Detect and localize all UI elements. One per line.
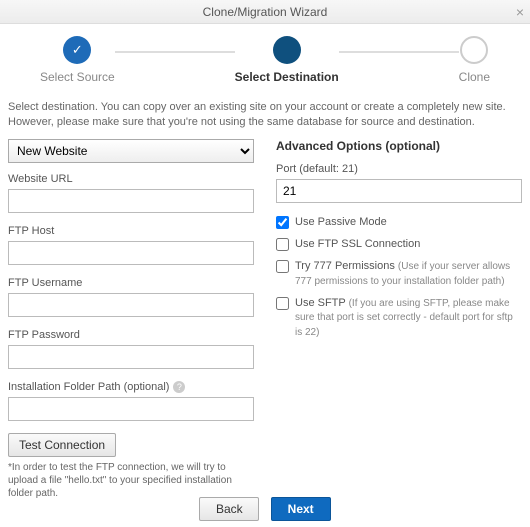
window-title: Clone/Migration Wizard [203, 5, 328, 19]
wizard-steps: ✓ Select Source Select Destination Clone [0, 24, 530, 90]
ftp-username-label: FTP Username [8, 277, 254, 289]
left-column: New Website Website URL FTP Host FTP Use… [8, 139, 254, 500]
step-label: Select Destination [235, 70, 339, 84]
step-label: Clone [459, 70, 490, 84]
sftp-checkbox[interactable] [276, 297, 289, 310]
ftp-host-label: FTP Host [8, 225, 254, 237]
close-icon[interactable]: × [516, 0, 524, 24]
titlebar: Clone/Migration Wizard × [0, 0, 530, 24]
passive-mode-checkbox[interactable] [276, 216, 289, 229]
website-url-input[interactable] [8, 189, 254, 213]
try777-checkbox[interactable] [276, 260, 289, 273]
sftp-row[interactable]: Use SFTP (If you are using SFTP, please … [276, 296, 522, 339]
passive-mode-row[interactable]: Use Passive Mode [276, 215, 522, 229]
right-column: Advanced Options (optional) Port (defaul… [276, 139, 522, 500]
try777-row[interactable]: Try 777 Permissions (Use if your server … [276, 259, 522, 288]
check-icon: ✓ [63, 36, 91, 64]
install-path-label: Installation Folder Path (optional) ? [8, 381, 254, 393]
port-label: Port (default: 21) [276, 163, 522, 175]
try777-label: Try 777 Permissions (Use if your server … [295, 259, 522, 288]
passive-mode-label: Use Passive Mode [295, 215, 387, 229]
port-input[interactable] [276, 179, 522, 203]
step-clone: Clone [459, 36, 490, 84]
ssl-row[interactable]: Use FTP SSL Connection [276, 237, 522, 251]
ftp-username-input[interactable] [8, 293, 254, 317]
intro-text: Select destination. You can copy over an… [0, 90, 530, 139]
advanced-options-heading: Advanced Options (optional) [276, 139, 522, 153]
step-select-source: ✓ Select Source [40, 36, 115, 84]
ftp-host-input[interactable] [8, 241, 254, 265]
test-connection-button[interactable]: Test Connection [8, 433, 116, 457]
test-connection-note: *In order to test the FTP connection, we… [8, 461, 254, 500]
step-label: Select Source [40, 70, 115, 84]
site-select[interactable]: New Website [8, 139, 254, 163]
ftp-password-input[interactable] [8, 345, 254, 369]
ssl-checkbox[interactable] [276, 238, 289, 251]
step-circle-active [273, 36, 301, 64]
ftp-password-label: FTP Password [8, 329, 254, 341]
step-select-destination: Select Destination [235, 36, 339, 84]
install-path-input[interactable] [8, 397, 254, 421]
back-button[interactable]: Back [199, 497, 259, 521]
sftp-label: Use SFTP (If you are using SFTP, please … [295, 296, 522, 339]
next-button[interactable]: Next [271, 497, 331, 521]
url-label: Website URL [8, 173, 254, 185]
footer: Back Next [0, 497, 530, 521]
step-circle-todo [460, 36, 488, 64]
help-icon[interactable]: ? [173, 381, 185, 393]
ssl-label: Use FTP SSL Connection [295, 237, 420, 251]
